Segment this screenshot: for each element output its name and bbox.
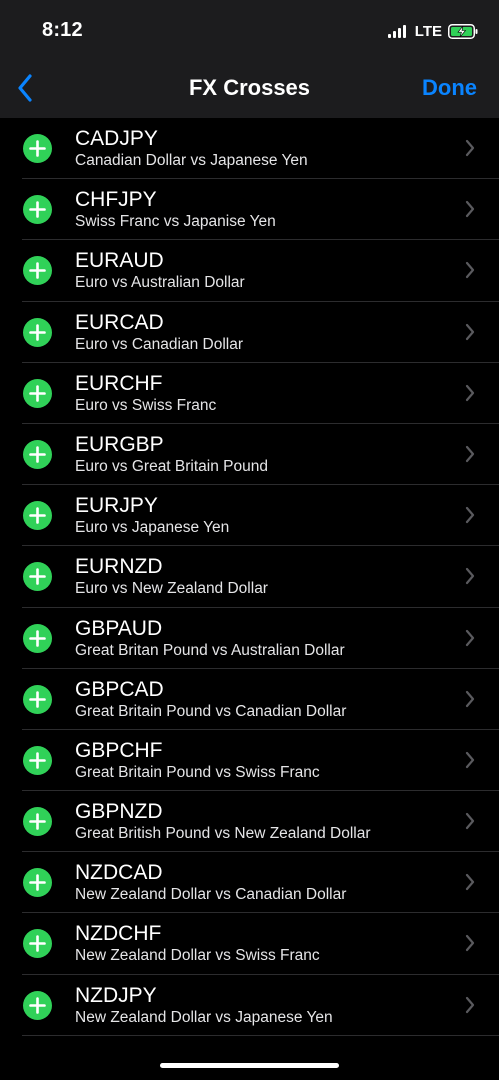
chevron-right-icon — [465, 507, 475, 524]
row-symbol: NZDJPY — [75, 983, 157, 1007]
chevron-right-icon — [465, 629, 475, 646]
add-icon[interactable] — [23, 623, 52, 653]
row-symbol: EURNZD — [75, 555, 163, 579]
list-item[interactable]: GBPNZD Great British Pound vs New Zealand… — [0, 791, 499, 853]
list-item[interactable]: GBPCAD Great Britain Pound vs Canadian Do… — [0, 669, 499, 731]
row-description: Euro vs Japanese Yen — [75, 519, 230, 537]
navigation-header: 8:12 LTE FX Crosses Done — [0, 0, 499, 118]
list-item[interactable]: NZDCAD New Zealand Dollar vs Canadian Dol… — [0, 852, 499, 914]
chevron-right-icon — [465, 996, 475, 1013]
list-item[interactable]: EURCAD Euro vs Canadian Dollar — [0, 302, 499, 363]
chevron-right-icon — [465, 262, 475, 279]
row-symbol: EURAUD — [75, 249, 164, 273]
row-symbol: EURCHF — [75, 371, 163, 395]
fx-crosses-list: CADJPY Canadian Dollar vs Japanese Yen CHF… — [0, 118, 499, 1037]
home-indicator[interactable] — [160, 1063, 339, 1068]
list-item[interactable]: GBPCHF Great Britain Pound vs Swiss Franc — [0, 730, 499, 792]
row-symbol: CHFJPY — [75, 188, 157, 212]
row-symbol: EURCAD — [75, 310, 164, 334]
chevron-right-icon — [465, 935, 475, 952]
add-icon[interactable] — [23, 929, 52, 959]
status-time: 8:12 — [42, 19, 83, 41]
chevron-right-icon — [465, 812, 475, 830]
chevron-right-icon — [465, 874, 475, 891]
row-description: Canadian Dollar vs Japanese Yen — [75, 152, 308, 169]
row-description: Swiss Franc vs Japanise Yen — [75, 213, 276, 231]
list-item[interactable]: EURGBP Euro vs Great Britain Pound — [0, 424, 499, 486]
add-icon[interactable] — [23, 378, 52, 408]
row-description: New Zealand Dollar vs Japanese Yen — [75, 1008, 333, 1026]
row-symbol: GBPNZD — [75, 800, 163, 824]
list-item[interactable]: NZDCHF New Zealand Dollar vs Swiss Franc — [0, 913, 499, 975]
row-symbol: CADJPY — [75, 127, 158, 150]
add-icon[interactable] — [23, 256, 52, 286]
add-icon[interactable] — [23, 868, 52, 898]
add-icon[interactable] — [23, 807, 52, 837]
list-item[interactable]: GBPAUD Great Britan Pound vs Australian D… — [0, 608, 499, 669]
done-button[interactable]: Done — [422, 75, 477, 101]
row-description: Great Britan Pound vs Australian Dollar — [75, 641, 345, 659]
row-symbol: NZDCHF — [75, 922, 162, 946]
row-symbol: GBPCHF — [75, 738, 163, 762]
add-icon[interactable] — [23, 134, 52, 163]
row-description: New Zealand Dollar vs Canadian Dollar — [75, 886, 347, 904]
row-symbol: NZDCAD — [75, 861, 163, 885]
row-description: Euro vs New Zealand Dollar — [75, 580, 268, 598]
row-symbol: GBPCAD — [75, 677, 164, 701]
add-icon[interactable] — [23, 317, 52, 347]
row-description: Great Britain Pound vs Canadian Dollar — [75, 702, 347, 720]
row-description: Euro vs Australian Dollar — [75, 274, 245, 292]
chevron-right-icon — [465, 568, 475, 585]
chevron-right-icon — [465, 751, 475, 768]
add-icon[interactable] — [23, 501, 52, 531]
add-icon[interactable] — [23, 195, 52, 225]
list-item[interactable]: CHFJPY Swiss Franc vs Japanise Yen — [0, 179, 499, 241]
list-item[interactable]: NZDJPY New Zealand Dollar vs Japanese Yen — [0, 975, 499, 1037]
list-item[interactable]: EURNZD Euro vs New Zealand Dollar — [0, 546, 499, 608]
cellular-signal-icon — [387, 24, 408, 38]
add-icon[interactable] — [23, 745, 52, 775]
chevron-right-icon — [465, 139, 475, 157]
list-item[interactable]: EURAUD Euro vs Australian Dollar — [0, 240, 499, 302]
list-item[interactable]: EURJPY Euro vs Japanese Yen — [0, 485, 499, 547]
row-description: New Zealand Dollar vs Swiss Franc — [75, 947, 320, 965]
row-description: Euro vs Great Britain Pound — [75, 457, 268, 475]
row-description: Great British Pound vs New Zealand Dolla… — [75, 825, 371, 843]
battery-charging-icon — [448, 23, 478, 39]
chevron-right-icon — [465, 201, 475, 218]
chevron-right-icon — [465, 323, 475, 340]
list-item[interactable]: CADJPY Canadian Dollar vs Japanese Yen — [0, 118, 499, 180]
chevron-right-icon — [465, 445, 475, 463]
row-description: Great Britain Pound vs Swiss Franc — [75, 763, 320, 781]
chevron-left-icon — [18, 74, 32, 102]
row-description: Euro vs Canadian Dollar — [75, 335, 244, 353]
list-item[interactable]: EURCHF Euro vs Swiss Franc — [0, 363, 499, 425]
network-label: LTE — [414, 22, 442, 40]
row-symbol: EURJPY — [75, 494, 158, 518]
back-button[interactable] — [10, 70, 40, 106]
add-icon[interactable] — [23, 990, 52, 1020]
chevron-right-icon — [465, 690, 475, 707]
row-symbol: GBPAUD — [75, 616, 163, 640]
status-indicators: LTE — [387, 22, 479, 40]
add-icon[interactable] — [23, 439, 52, 469]
add-icon[interactable] — [23, 562, 52, 592]
add-icon[interactable] — [23, 684, 52, 714]
chevron-right-icon — [465, 384, 475, 401]
row-description: Euro vs Swiss Franc — [75, 396, 217, 414]
row-symbol: EURGBP — [75, 432, 164, 456]
